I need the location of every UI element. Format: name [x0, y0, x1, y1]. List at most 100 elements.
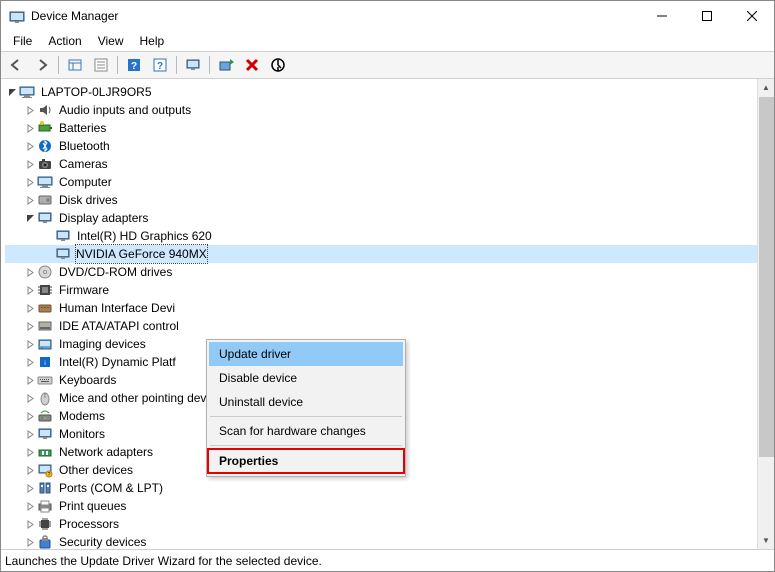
properties-button[interactable]: [89, 53, 113, 77]
tree-category[interactable]: IDE ATA/ATAPI control: [5, 317, 757, 335]
disk-icon: [37, 192, 53, 208]
expand-arrow[interactable]: [23, 121, 37, 135]
collapse-arrow[interactable]: [5, 85, 19, 99]
tree-category[interactable]: Bluetooth: [5, 137, 757, 155]
close-button[interactable]: [729, 1, 774, 31]
expand-arrow[interactable]: [23, 175, 37, 189]
keyboard-icon: [37, 372, 53, 388]
expand-arrow[interactable]: [23, 391, 37, 405]
tree-root[interactable]: LAPTOP-0LJR9OR5: [5, 83, 757, 101]
tree-category[interactable]: Firmware: [5, 281, 757, 299]
expand-arrow[interactable]: [23, 319, 37, 333]
tree-category[interactable]: Disk drives: [5, 191, 757, 209]
node-label: Cameras: [57, 154, 110, 174]
expand-arrow[interactable]: [23, 355, 37, 369]
tree-category-display-adapters[interactable]: Display adapters: [5, 209, 757, 227]
expand-arrow[interactable]: [23, 283, 37, 297]
node-label: Modems: [57, 406, 107, 426]
imaging-icon: [37, 336, 53, 352]
node-label: Processors: [57, 514, 121, 534]
tree-category[interactable]: Processors: [5, 515, 757, 533]
menu-action[interactable]: Action: [40, 32, 89, 50]
expand-arrow[interactable]: [23, 499, 37, 513]
expand-arrow[interactable]: [23, 427, 37, 441]
ctx-disable-device[interactable]: Disable device: [209, 366, 403, 390]
tree-category[interactable]: Print queues: [5, 497, 757, 515]
ctx-scan-hardware[interactable]: Scan for hardware changes: [209, 419, 403, 443]
tree-category[interactable]: Computer: [5, 173, 757, 191]
node-label: Other devices: [57, 460, 135, 480]
ports-icon: [37, 480, 53, 496]
expand-arrow[interactable]: [23, 517, 37, 531]
ctx-uninstall-device[interactable]: Uninstall device: [209, 390, 403, 414]
vertical-scrollbar[interactable]: ▲ ▼: [757, 79, 774, 549]
show-hide-tree-button[interactable]: [63, 53, 87, 77]
printer-icon: [37, 498, 53, 514]
node-label: Disk drives: [57, 190, 120, 210]
expand-arrow[interactable]: [23, 373, 37, 387]
tree-category[interactable]: Ports (COM & LPT): [5, 479, 757, 497]
expand-arrow[interactable]: [23, 535, 37, 549]
tree-category[interactable]: DVD/CD-ROM drives: [5, 263, 757, 281]
tree-device-nvidia[interactable]: NVIDIA GeForce 940MX: [5, 245, 757, 263]
expand-arrow[interactable]: [23, 481, 37, 495]
scan-hardware-button[interactable]: [181, 53, 205, 77]
help-button[interactable]: ?: [122, 53, 146, 77]
scroll-thumb[interactable]: [759, 97, 774, 457]
ctx-separator: [210, 445, 402, 446]
ctx-properties[interactable]: Properties: [207, 448, 405, 474]
node-label: Firmware: [57, 280, 111, 300]
collapse-arrow[interactable]: [23, 211, 37, 225]
node-label: Batteries: [57, 118, 108, 138]
expand-arrow[interactable]: [23, 103, 37, 117]
expand-arrow[interactable]: [23, 193, 37, 207]
audio-icon: [37, 102, 53, 118]
monitor-icon: [55, 246, 71, 262]
node-label: NVIDIA GeForce 940MX: [75, 244, 208, 264]
menu-file[interactable]: File: [5, 32, 40, 50]
scroll-down-arrow[interactable]: ▼: [758, 532, 774, 549]
svg-text:?: ?: [131, 61, 137, 72]
tree-category[interactable]: Human Interface Devi: [5, 299, 757, 317]
expand-arrow[interactable]: [23, 337, 37, 351]
device-tree[interactable]: LAPTOP-0LJR9OR5 Audio inputs and outputs…: [1, 79, 757, 549]
node-label: Human Interface Devi: [57, 298, 177, 318]
modem-icon: [37, 408, 53, 424]
disable-button[interactable]: [266, 53, 290, 77]
expand-arrow[interactable]: [23, 139, 37, 153]
computer-icon: [37, 174, 53, 190]
menu-view[interactable]: View: [90, 32, 132, 50]
svg-text:?: ?: [48, 472, 51, 478]
tree-category[interactable]: Audio inputs and outputs: [5, 101, 757, 119]
tree-device-intel[interactable]: Intel(R) HD Graphics 620: [5, 227, 757, 245]
expand-arrow[interactable]: [23, 157, 37, 171]
node-label: Print queues: [57, 496, 128, 516]
tree-category[interactable]: Cameras: [5, 155, 757, 173]
node-label: Imaging devices: [57, 334, 148, 354]
computer-icon: [19, 84, 35, 100]
node-label: Keyboards: [57, 370, 118, 390]
uninstall-button[interactable]: [240, 53, 264, 77]
processor-icon: [37, 516, 53, 532]
tree-category[interactable]: Security devices: [5, 533, 757, 549]
expand-arrow[interactable]: [23, 445, 37, 459]
maximize-button[interactable]: [684, 1, 729, 31]
help-topic-button[interactable]: ?: [148, 53, 172, 77]
toolbar: ? ?: [1, 51, 774, 79]
expand-arrow[interactable]: [23, 301, 37, 315]
expand-arrow[interactable]: [23, 265, 37, 279]
back-button[interactable]: [4, 53, 28, 77]
status-text: Launches the Update Driver Wizard for th…: [5, 554, 322, 568]
menu-help[interactable]: Help: [132, 32, 173, 50]
minimize-button[interactable]: [639, 1, 684, 31]
expand-arrow[interactable]: [23, 463, 37, 477]
forward-button[interactable]: [30, 53, 54, 77]
node-label: Display adapters: [57, 208, 150, 228]
ctx-update-driver[interactable]: Update driver: [209, 342, 403, 366]
tree-category[interactable]: Batteries: [5, 119, 757, 137]
scroll-up-arrow[interactable]: ▲: [758, 79, 774, 96]
update-driver-button[interactable]: [214, 53, 238, 77]
expand-arrow[interactable]: [23, 409, 37, 423]
svg-text:i: i: [44, 361, 45, 367]
other-icon: ?: [37, 462, 53, 478]
